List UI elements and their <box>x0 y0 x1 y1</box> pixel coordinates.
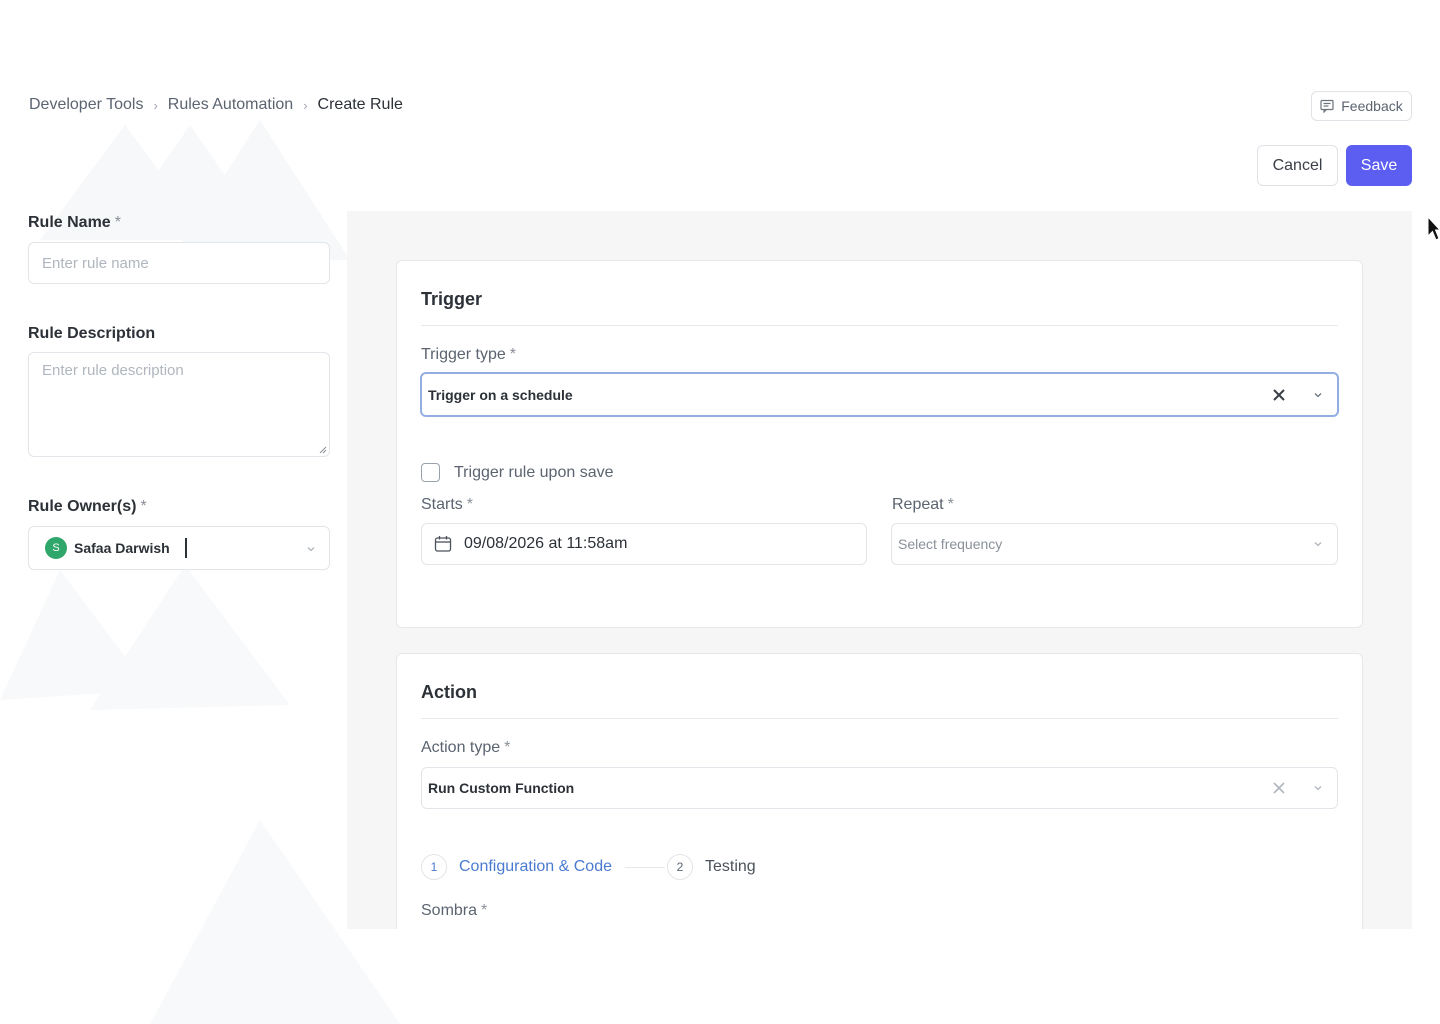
avatar: S <box>45 537 67 559</box>
owner-chip-name: Safaa Darwish <box>74 540 170 556</box>
trigger-type-label: Trigger type * <box>421 346 517 363</box>
feedback-button[interactable]: Feedback <box>1311 91 1412 121</box>
starts-date-input[interactable]: 09/08/2026 at 11:58am <box>421 523 867 565</box>
trigger-card: Trigger Trigger type * Trigger on a sched… <box>396 260 1363 628</box>
repeat-frequency-select[interactable]: Select frequency <box>891 523 1338 565</box>
close-icon[interactable] <box>1272 388 1286 402</box>
feedback-label: Feedback <box>1341 98 1403 114</box>
text-caret <box>184 538 187 558</box>
trigger-upon-save-label: Trigger rule upon save <box>454 463 614 481</box>
close-icon[interactable] <box>1272 781 1286 795</box>
chevron-down-icon[interactable] <box>1312 538 1324 550</box>
breadcrumb-separator: › <box>153 97 158 113</box>
action-type-value: Run Custom Function <box>428 780 575 796</box>
rule-name-placeholder: Enter rule name <box>42 254 149 272</box>
step-connector <box>625 867 665 868</box>
chevron-down-icon[interactable] <box>1312 782 1324 794</box>
rule-name-label: Rule Name * <box>28 214 121 231</box>
trigger-title: Trigger <box>421 289 483 309</box>
action-title: Action <box>421 682 477 702</box>
repeat-label: Repeat * <box>892 496 954 513</box>
divider <box>421 325 1338 326</box>
sombra-label: Sombra * <box>421 902 488 919</box>
rule-owners-label: Rule Owner(s) * <box>28 498 147 515</box>
rule-description-placeholder: Enter rule description <box>42 362 184 379</box>
breadcrumb: Developer Tools › Rules Automation › Cre… <box>29 96 403 114</box>
cursor-icon <box>1427 216 1440 241</box>
action-type-label: Action type * <box>421 739 511 756</box>
chevron-down-icon[interactable] <box>1312 389 1324 401</box>
resize-handle-icon[interactable] <box>319 446 327 454</box>
starts-label: Starts * <box>421 496 474 513</box>
step-testing[interactable]: 2 Testing <box>667 854 756 880</box>
step-label: Configuration & Code <box>459 858 612 875</box>
repeat-frequency-placeholder: Select frequency <box>898 536 1003 552</box>
chevron-down-icon[interactable] <box>305 543 317 555</box>
feedback-icon <box>1320 99 1334 113</box>
step-label: Testing <box>705 858 756 875</box>
breadcrumb-separator: › <box>303 97 308 113</box>
breadcrumb-create-rule: Create Rule <box>317 96 403 113</box>
divider <box>421 718 1338 719</box>
rule-name-input[interactable]: Enter rule name <box>28 242 330 284</box>
trigger-type-select[interactable]: Trigger on a schedule <box>420 372 1339 417</box>
rule-owners-select[interactable]: S Safaa Darwish <box>28 526 330 570</box>
rule-description-input[interactable]: Enter rule description <box>28 352 330 457</box>
rule-config-panel: Trigger Trigger type * Trigger on a sched… <box>347 211 1412 929</box>
cancel-button[interactable]: Cancel <box>1257 145 1338 186</box>
trigger-upon-save-row[interactable]: Trigger rule upon save <box>421 463 614 482</box>
trigger-type-value: Trigger on a schedule <box>428 386 573 403</box>
save-button[interactable]: Save <box>1346 145 1412 186</box>
breadcrumb-developer-tools[interactable]: Developer Tools <box>29 96 143 114</box>
calendar-icon <box>434 536 452 552</box>
action-type-select[interactable]: Run Custom Function <box>421 767 1338 809</box>
step-configuration-code[interactable]: 1 Configuration & Code <box>421 854 612 880</box>
step-number: 1 <box>421 854 447 880</box>
action-card: Action Action type * Run Custom Function … <box>396 653 1363 929</box>
step-number: 2 <box>667 854 693 880</box>
breadcrumb-rules-automation[interactable]: Rules Automation <box>168 96 293 114</box>
rule-description-label: Rule Description <box>28 325 156 342</box>
starts-date-value: 09/08/2026 at 11:58am <box>464 535 628 552</box>
trigger-upon-save-checkbox[interactable] <box>421 463 440 482</box>
